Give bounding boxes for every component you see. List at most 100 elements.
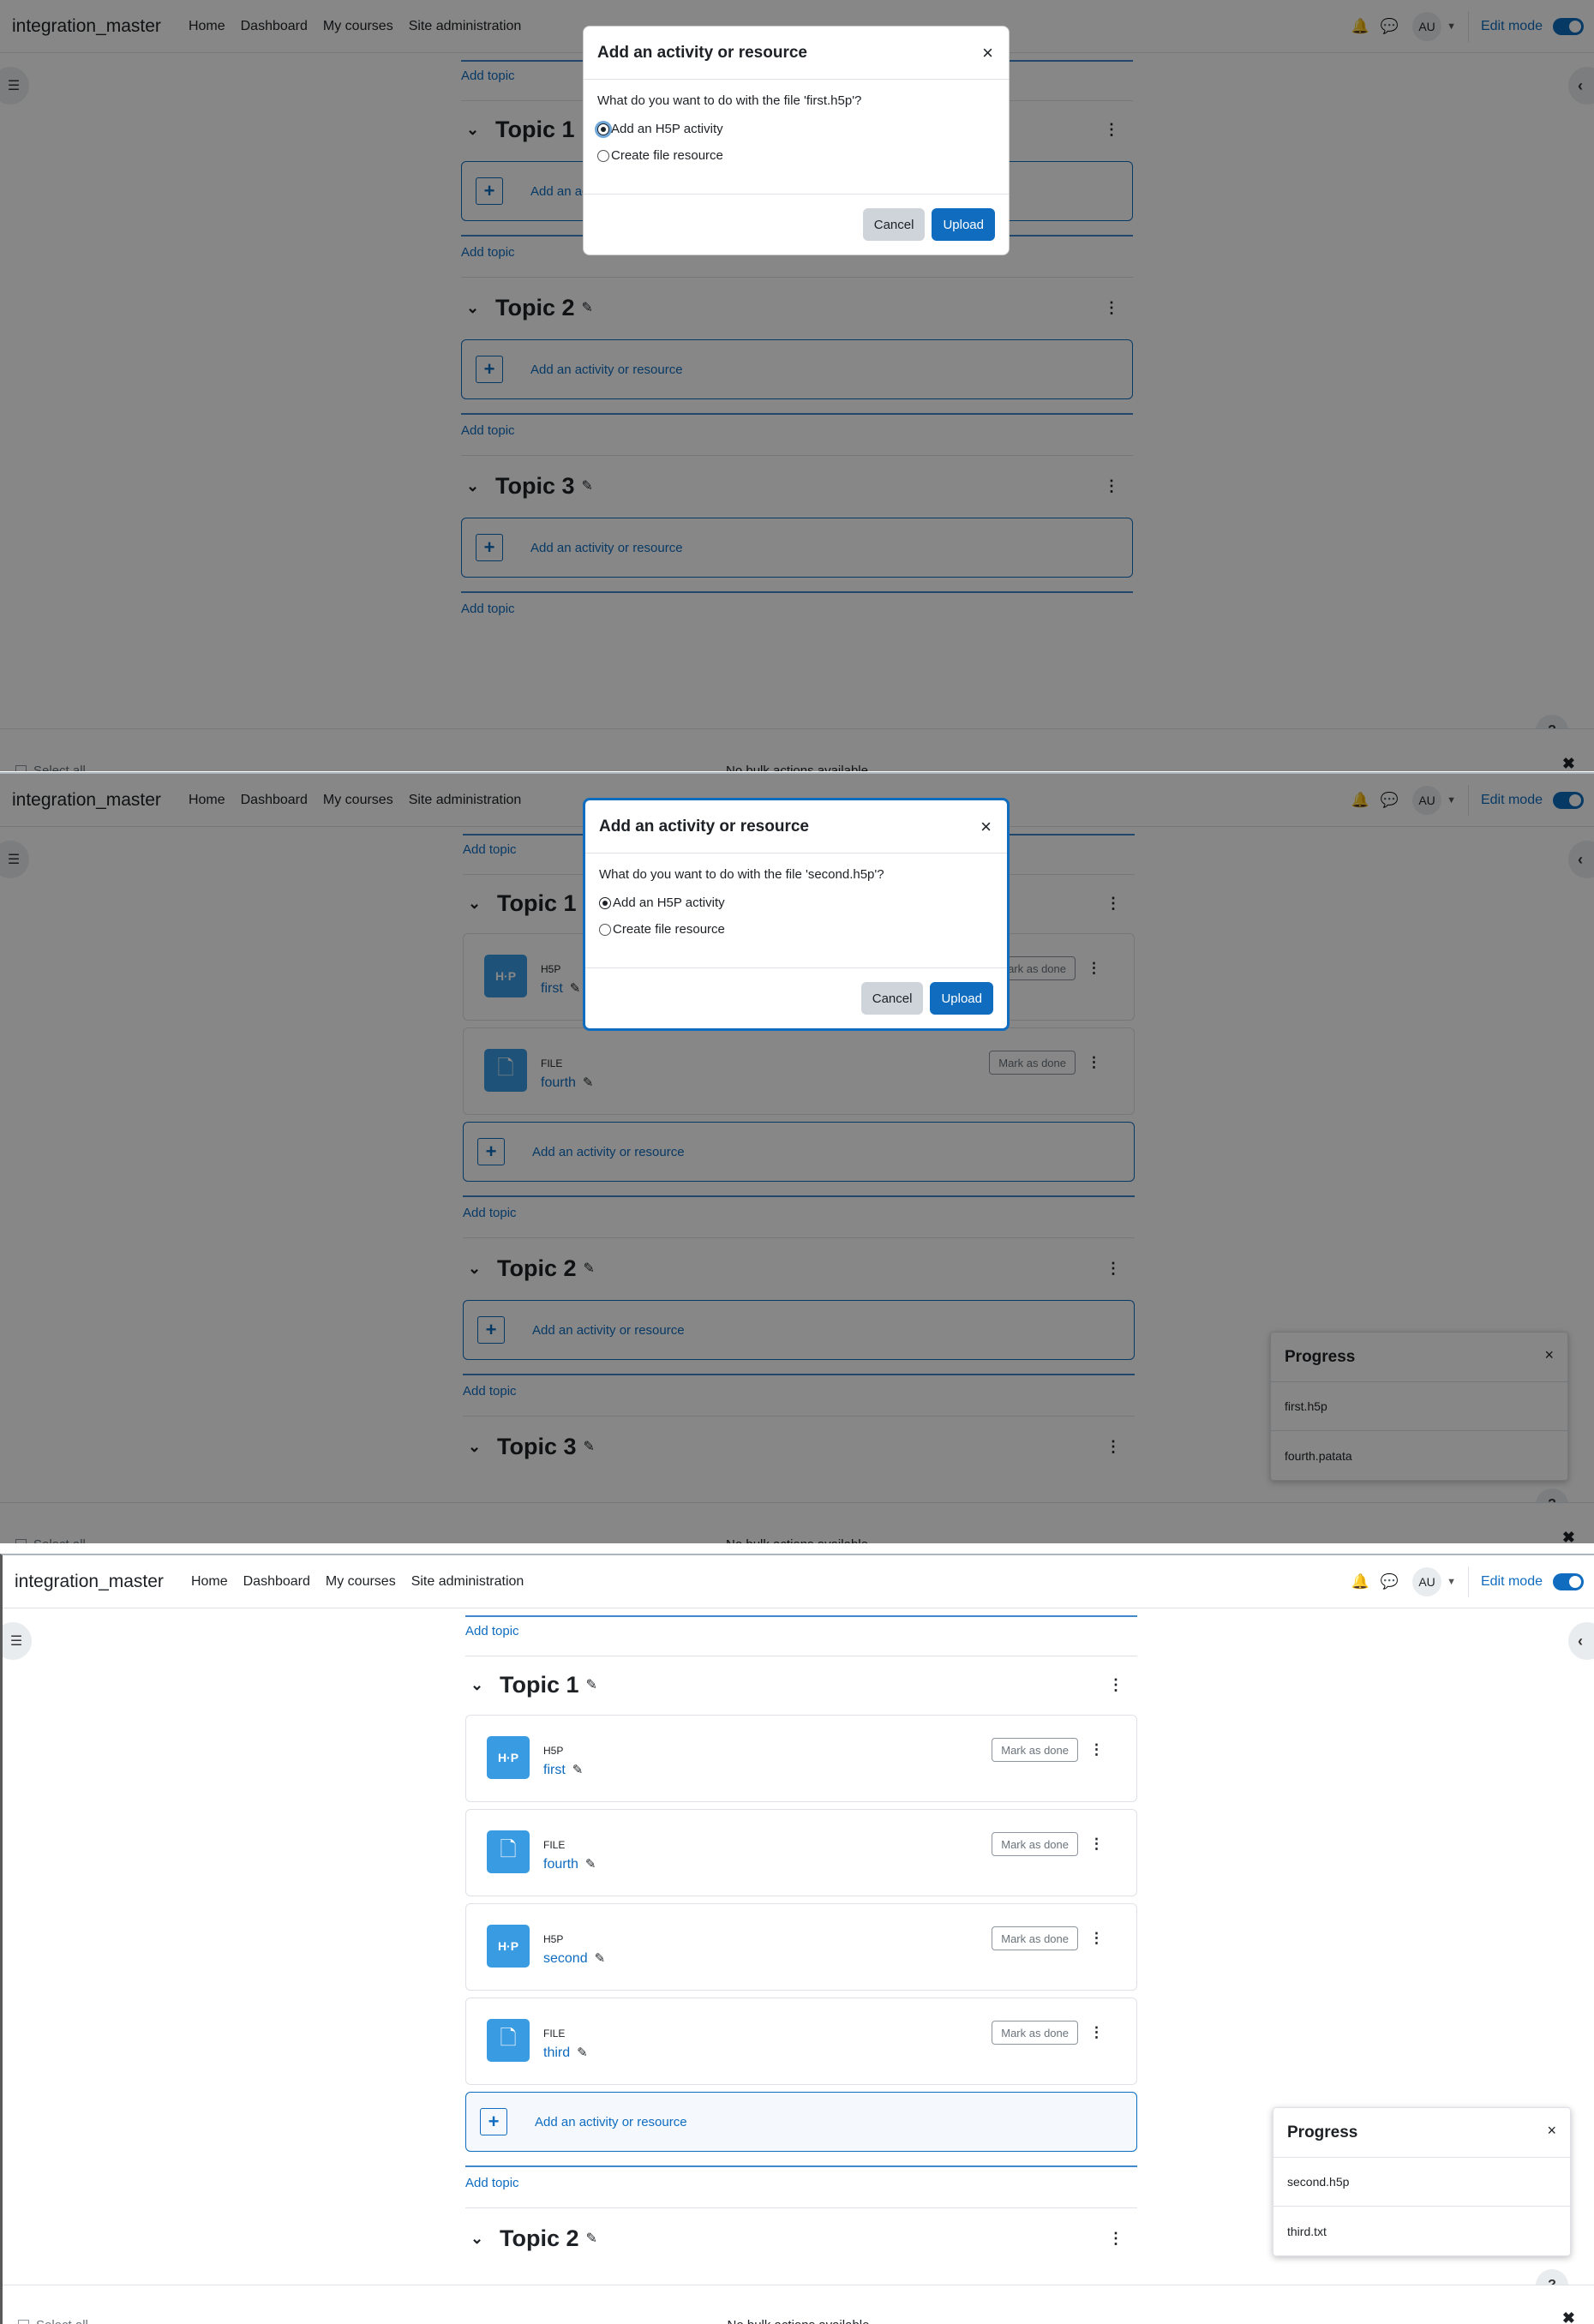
cancel-button[interactable]: Cancel [862,208,926,241]
bell-icon[interactable]: 🔔 [1347,1573,1373,1590]
screenshot-panel-uploaded: integration_master Home Dashboard My cou… [0,1554,1594,2324]
plus-icon: + [480,2108,507,2135]
site-brand[interactable]: integration_master [15,1572,164,1592]
progress-title: Progress [1287,2123,1358,2141]
kebab-menu-icon[interactable]: ⋮ [1108,2230,1124,2248]
add-topic-link[interactable]: Add topic [465,2176,1137,2190]
activity-item: 🗋 FILE fourth ✎ Mark as done ⋮ [465,1809,1137,1896]
activity-name[interactable]: fourth [543,1857,578,1872]
divider [465,2165,1137,2167]
section-title: Topic 2 [500,2225,579,2251]
pencil-icon[interactable]: ✎ [586,2230,597,2247]
kebab-menu-icon[interactable]: ⋮ [1089,1836,1104,1853]
kebab-menu-icon[interactable]: ⋮ [1089,2024,1104,2041]
modal-title: Add an activity or resource [597,43,807,62]
modal-question: What do you want to do with the file 'se… [599,867,884,882]
chevron-down-icon[interactable]: ⌄ [465,1676,500,1694]
chevron-left-icon: ‹ [1578,1632,1583,1650]
kebab-menu-icon[interactable]: ⋮ [1089,1930,1104,1947]
pencil-icon[interactable]: ✎ [577,2045,588,2060]
bulk-edit-footer: Select all No bulk actions available ✖ [3,2285,1594,2324]
edit-mode-toggle[interactable] [1553,1573,1584,1590]
activity-name-link[interactable]: second ✎ [543,1950,605,1967]
divider [465,2207,1137,2208]
close-icon[interactable]: × [982,42,993,64]
activity-name-link[interactable]: fourth ✎ [543,1856,596,1872]
option-h5p-radio[interactable] [597,123,609,135]
modal-header: Add an activity or resource × [585,800,1007,854]
upload-button[interactable]: Upload [930,982,993,1015]
choose-upload-action-dialog: Add an activity or resource × What do yo… [583,798,1010,1031]
modal-body: What do you want to do with the file 'fi… [584,80,1009,195]
add-activity-button[interactable]: + Add an activity or resource [465,2092,1137,2152]
option-file-radio[interactable] [599,923,611,936]
screenshot-panel-second-upload: integration_master Home Dashboard My cou… [0,772,1594,1543]
option-h5p-label: Add an H5P activity [613,895,725,910]
cancel-button[interactable]: Cancel [860,982,924,1015]
section-header-topic-1: ⌄ Topic 1 ✎ ⋮ [465,1665,1137,1704]
option-h5p-activity[interactable]: Add an H5P activity [597,122,995,136]
activity-name-link[interactable]: third ✎ [543,2045,588,2061]
mark-as-done-button[interactable]: Mark as done [992,1832,1078,1856]
pencil-icon[interactable]: ✎ [595,1951,606,1966]
nav-site-administration[interactable]: Site administration [411,1574,524,1590]
mark-as-done-button[interactable]: Mark as done [992,1738,1078,1762]
top-navbar: integration_master Home Dashboard My cou… [3,1555,1594,1608]
activity-item: H·P H5P second ✎ Mark as done ⋮ [465,1903,1137,1991]
option-file-resource[interactable]: Create file resource [597,148,995,163]
modal-title: Add an activity or resource [599,817,809,836]
pencil-icon[interactable]: ✎ [586,1676,597,1693]
choose-upload-action-dialog: Add an activity or resource × What do yo… [583,26,1010,255]
course-content: Add topic ⌄ Topic 1 ✎ ⋮ H·P H5P first ✎ M… [465,1608,1137,2258]
screenshot-panel-first-upload: integration_master Home Dashboard My cou… [0,0,1594,771]
option-h5p-label: Add an H5P activity [611,122,723,136]
upload-button[interactable]: Upload [932,208,995,241]
block-drawer-button[interactable]: ‹ [1568,1622,1594,1660]
mark-as-done-button[interactable]: Mark as done [992,2021,1078,2045]
add-topic-link[interactable]: Add topic [465,1624,1137,1638]
bulk-status: No bulk actions available [3,2318,1594,2324]
divider [465,1615,1137,1617]
mark-as-done-button[interactable]: Mark as done [992,1926,1078,1950]
close-icon[interactable]: × [1547,2122,1556,2140]
progress-file: third.txt [1287,2224,1327,2238]
h5p-icon[interactable]: H·P [487,1925,530,1968]
file-icon[interactable]: 🗋 [487,1830,530,1873]
course-index-drawer-button[interactable]: ☰ [3,1622,32,1660]
chevron-down-icon[interactable]: ⌄ [465,2230,500,2248]
activity-type: FILE [543,2028,566,2039]
nav-home[interactable]: Home [191,1574,228,1590]
add-activity-label: Add an activity or resource [535,2114,687,2129]
modal-footer: Cancel Upload [584,195,1009,255]
pencil-icon[interactable]: ✎ [572,1763,584,1777]
section-title: Topic 1 [500,1671,579,1698]
nav-my-courses[interactable]: My courses [326,1574,396,1590]
list-icon: ☰ [9,1634,23,1649]
activity-name[interactable]: first [543,1763,566,1777]
modal-footer: Cancel Upload [585,968,1007,1028]
chat-icon[interactable]: 💬 [1376,1573,1402,1590]
h5p-icon[interactable]: H·P [487,1736,530,1779]
kebab-menu-icon[interactable]: ⋮ [1108,1676,1124,1694]
close-icon[interactable]: ✖ [1562,2309,1575,2324]
activity-type: H5P [543,1933,564,1945]
activity-item: 🗋 FILE third ✎ Mark as done ⋮ [465,1998,1137,2085]
modal-question: What do you want to do with the file 'fi… [597,93,862,108]
file-icon[interactable]: 🗋 [487,2019,530,2062]
avatar[interactable]: AU [1412,1567,1442,1596]
activity-name-link[interactable]: first ✎ [543,1762,583,1778]
progress-header: Progress × [1273,2108,1570,2158]
activity-type: H5P [543,1745,564,1757]
option-file-radio[interactable] [597,149,609,162]
activity-name[interactable]: third [543,2045,570,2060]
nav-dashboard[interactable]: Dashboard [243,1574,310,1590]
pencil-icon[interactable]: ✎ [585,1857,596,1872]
activity-name[interactable]: second [543,1951,588,1966]
close-icon[interactable]: × [980,816,992,838]
option-h5p-activity[interactable]: Add an H5P activity [599,895,993,910]
chevron-down-icon[interactable]: ▼ [1447,1577,1456,1587]
option-file-resource[interactable]: Create file resource [599,922,993,937]
kebab-menu-icon[interactable]: ⋮ [1089,1741,1104,1758]
option-h5p-radio[interactable] [599,896,611,909]
activity-item: H·P H5P first ✎ Mark as done ⋮ [465,1715,1137,1802]
